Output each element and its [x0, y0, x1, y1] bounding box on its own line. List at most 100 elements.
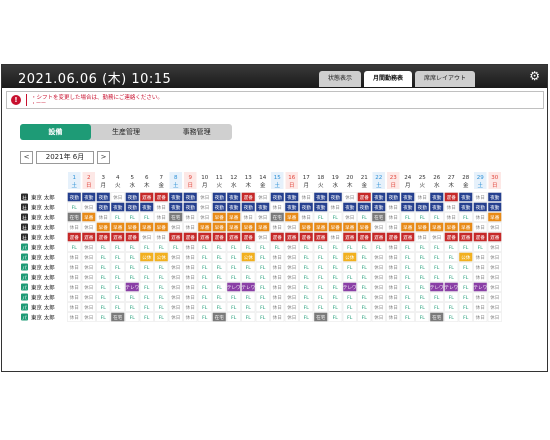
shift-label: 夜勤	[287, 204, 297, 211]
day-number-7: 7	[160, 175, 164, 181]
shift-label: 休日	[389, 214, 398, 221]
shift-label: FL	[101, 305, 107, 311]
shift-label: FL	[463, 315, 469, 321]
shift-label: 休日	[476, 294, 485, 301]
shift-label: FL	[144, 285, 150, 291]
employee-name[interactable]: 東京 太郎	[31, 304, 55, 312]
employee-name[interactable]: 東京 太郎	[31, 264, 55, 272]
day-weekday-14: 金	[260, 181, 266, 189]
shift-label: 休日	[273, 204, 282, 211]
shift-label: 休日	[171, 264, 180, 271]
employee-name[interactable]: 東京 太郎	[31, 194, 55, 202]
shift-label: FL	[318, 265, 324, 271]
shift-label: 早番	[142, 224, 152, 231]
shift-label: 遅番	[157, 194, 167, 201]
shift-label: 休日	[490, 304, 499, 311]
shift-label: 早番	[461, 224, 471, 231]
shift-label: FL	[202, 305, 208, 311]
shift-label: FL	[217, 305, 223, 311]
shift-label: FL	[101, 285, 107, 291]
shift-label: FL	[159, 245, 165, 251]
shift-label: 休日	[287, 314, 296, 321]
employee-name[interactable]: 東京 太郎	[31, 244, 55, 252]
shift-label: 休日	[186, 314, 195, 321]
employee-name[interactable]: 東京 太郎	[31, 224, 55, 232]
shift-label: 休日	[273, 274, 282, 281]
shift-label: FL	[217, 245, 223, 251]
shift-label: FL	[318, 295, 324, 301]
shift-label: FL	[449, 275, 455, 281]
shift-label: FL	[463, 305, 469, 311]
shift-label: FL	[318, 255, 324, 261]
employee-name[interactable]: 東京 太郎	[31, 314, 55, 322]
shift-label: 遅番	[360, 234, 370, 241]
shift-label: 在宅	[316, 314, 326, 321]
shift-label: FL	[333, 305, 339, 311]
day-number-14: 14	[259, 175, 266, 181]
shift-label: 遅番	[389, 234, 399, 241]
shift-label: 在宅	[171, 214, 181, 221]
shift-label: FL	[463, 215, 469, 221]
shift-label: FL	[405, 285, 411, 291]
shift-label: 遅番	[99, 234, 109, 241]
shift-label: テレワ	[473, 285, 487, 291]
shift-label: 休日	[331, 204, 340, 211]
day-weekday-24: 月	[405, 182, 411, 189]
shift-label: 休日	[418, 234, 427, 241]
shift-label: 休日	[287, 284, 296, 291]
shift-label: 休日	[70, 304, 79, 311]
shift-label: 早番	[258, 224, 268, 231]
shift-label: 休日	[389, 244, 398, 251]
day-number-11: 11	[216, 175, 223, 181]
day-weekday-2: 日	[86, 182, 92, 189]
employee-name[interactable]: 東京 太郎	[31, 254, 55, 262]
day-number-1: 1	[73, 175, 77, 181]
employee-name[interactable]: 東京 太郎	[31, 234, 55, 242]
shift-label: 休日	[186, 304, 195, 311]
shift-label: 休日	[70, 314, 79, 321]
day-weekday-19: 水	[332, 181, 338, 189]
shift-label: FL	[449, 255, 455, 261]
shift-label: FL	[362, 215, 368, 221]
day-weekday-8: 土	[173, 181, 179, 189]
shift-label: FL	[405, 265, 411, 271]
shift-label: 休日	[70, 274, 79, 281]
day-number-17: 17	[303, 175, 310, 181]
shift-label: テレワ	[343, 285, 357, 291]
employee-name[interactable]: 東京 太郎	[31, 204, 55, 212]
shift-label: 夜勤	[316, 194, 326, 201]
employee-name[interactable]: 東京 太郎	[31, 294, 55, 302]
employee-type-icon-label: パ	[22, 245, 27, 251]
shift-label: 休日	[171, 294, 180, 301]
shift-label: 休日	[389, 294, 398, 301]
shift-label: 休日	[389, 204, 398, 211]
shift-label: FL	[246, 305, 252, 311]
employee-name[interactable]: 東京 太郎	[31, 214, 55, 222]
shift-label: 休日	[186, 264, 195, 271]
day-number-12: 12	[230, 175, 237, 181]
shift-label: FL	[405, 215, 411, 221]
day-number-3: 3	[102, 175, 106, 181]
shift-label: 遅番	[70, 234, 80, 241]
shift-label: FL	[130, 275, 136, 281]
shift-label: 公休	[461, 254, 471, 261]
shift-label: 遅番	[476, 234, 486, 241]
day-number-22: 22	[375, 175, 382, 181]
day-number-28: 28	[462, 175, 469, 181]
shift-label: 休日	[171, 304, 180, 311]
day-weekday-3: 月	[100, 182, 106, 189]
shift-label: 公休	[157, 254, 167, 261]
shift-label: 夜勤	[432, 204, 442, 211]
shift-label: FL	[376, 245, 382, 251]
shift-label: 休日	[258, 194, 267, 201]
employee-name[interactable]: 東京 太郎	[31, 274, 55, 282]
shift-label: 遅番	[461, 234, 471, 241]
shift-label: 休日	[287, 274, 296, 281]
day-number-6: 6	[145, 175, 149, 181]
shift-label: FL	[231, 255, 237, 261]
shift-label: 休日	[186, 284, 195, 291]
employee-name[interactable]: 東京 太郎	[31, 284, 55, 292]
shift-label: 休日	[345, 214, 354, 221]
shift-label: 休日	[200, 194, 209, 201]
shift-label: 休日	[287, 294, 296, 301]
